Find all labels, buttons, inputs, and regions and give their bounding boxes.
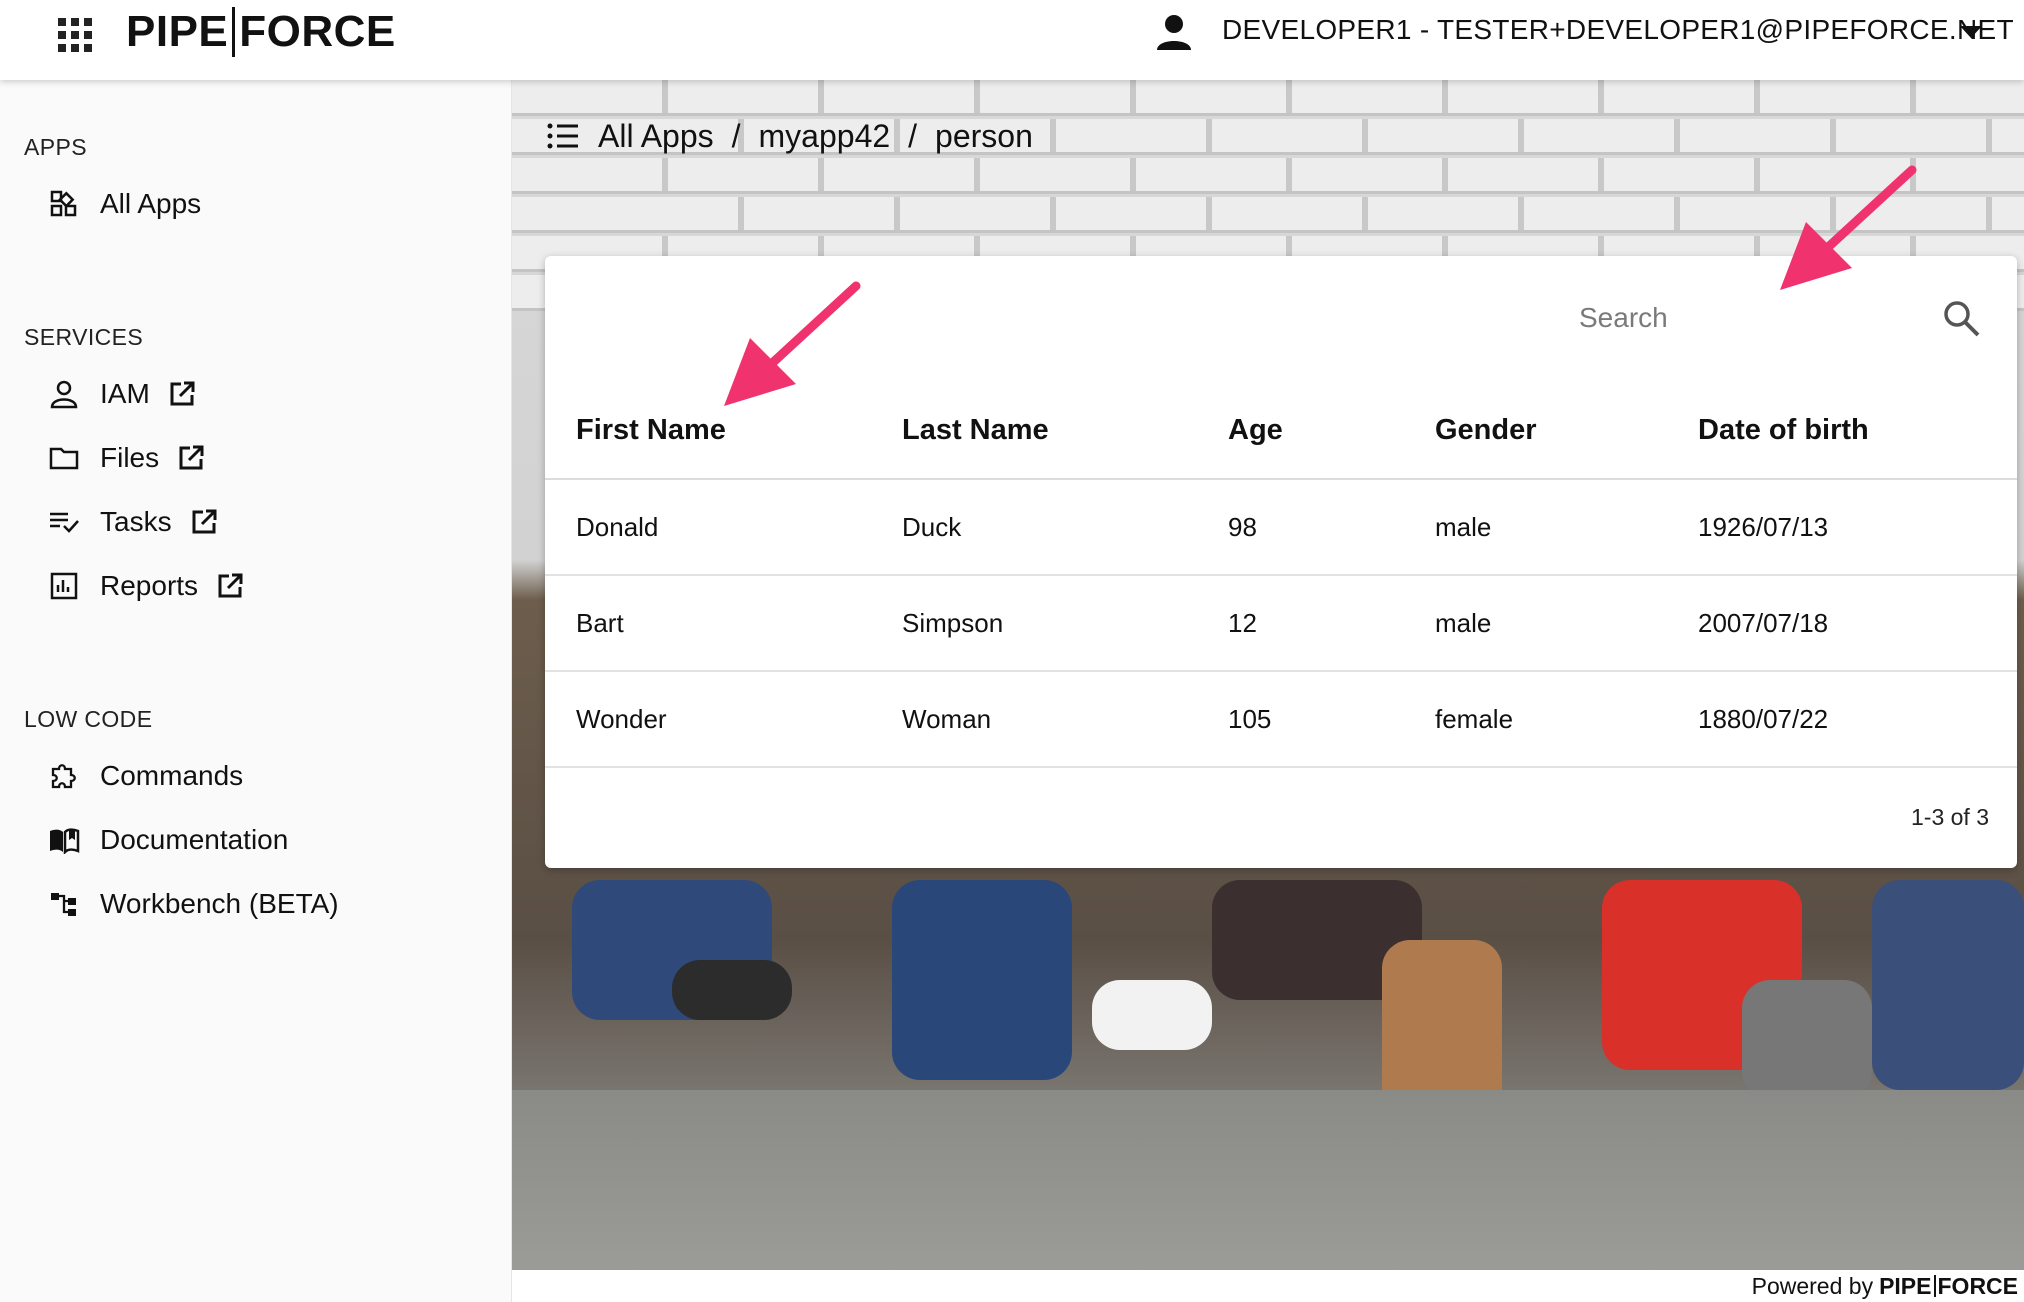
open-external-icon: [179, 445, 204, 470]
list-icon[interactable]: [546, 119, 580, 153]
sidebar-item-reports[interactable]: Reports: [46, 562, 244, 610]
apps-grid-icon[interactable]: [54, 14, 92, 52]
cell-last-name: Duck: [902, 512, 962, 542]
sidebar-item-label: Tasks: [100, 506, 172, 537]
cell-date-of-birth: 2007/07/18: [1698, 608, 1829, 638]
footer: Powered by PIPE FORCE: [512, 1270, 2024, 1302]
cell-age: 12: [1228, 608, 1257, 638]
open-external-icon: [192, 509, 217, 534]
breadcrumb-separator: /: [908, 117, 918, 154]
caret-down-icon[interactable]: [1958, 20, 1984, 42]
sidebar-item-iam[interactable]: IAM: [46, 370, 196, 418]
cell-age: 98: [1228, 512, 1257, 542]
footer-logo[interactable]: PIPE FORCE: [1879, 1273, 2018, 1300]
dashboard-icon: [46, 186, 82, 222]
sidebar-section-apps: APPS: [24, 134, 87, 160]
cell-gender: female: [1435, 704, 1514, 734]
sidebar-item-label: Commands: [100, 760, 244, 791]
pipeforce-logo[interactable]: PIPE FORCE: [126, 4, 396, 60]
puzzle-icon: [46, 758, 82, 794]
column-header-gender[interactable]: Gender: [1435, 414, 1537, 447]
breadcrumb-current: person: [935, 117, 1033, 154]
folder-icon: [46, 440, 82, 476]
table-row[interactable]: Wonder Woman 105 female 1880/07/22: [545, 672, 2017, 768]
breadcrumb-all-apps[interactable]: All Apps: [598, 118, 714, 155]
open-external-icon: [218, 573, 243, 598]
cell-date-of-birth: 1926/07/13: [1698, 512, 1829, 542]
cell-gender: male: [1435, 512, 1492, 542]
cell-age: 105: [1228, 704, 1272, 734]
search-icon[interactable]: [1941, 298, 1981, 338]
cell-last-name: Woman: [902, 704, 992, 734]
sidebar-item-tasks[interactable]: Tasks: [46, 498, 218, 546]
powered-by-label: Powered by: [1751, 1272, 1874, 1299]
cell-date-of-birth: 1880/07/22: [1698, 704, 1829, 734]
sidebar-section-low-code: LOW CODE: [24, 706, 153, 732]
data-table-card: Search First Name Last Name Age Gender D…: [545, 256, 2017, 868]
sidebar-item-label: Reports: [100, 570, 199, 601]
sidebar-item-workbench[interactable]: Workbench (BETA): [46, 880, 339, 928]
search-input[interactable]: [1575, 296, 1905, 344]
table-row[interactable]: Donald Duck 98 male 1926/07/13: [545, 480, 2017, 576]
tree-icon: [46, 886, 82, 922]
cell-first-name: Bart: [576, 608, 624, 638]
open-external-icon: [170, 381, 195, 406]
top-bar: PIPE FORCE DEVELOPER1 - TESTER+DEVELOPER1…: [0, 0, 2024, 80]
sidebar-item-label: Workbench (BETA): [100, 888, 339, 919]
column-header-date-of-birth[interactable]: Date of birth: [1698, 414, 1869, 447]
sidebar-section-services: SERVICES: [24, 324, 144, 350]
breadcrumb: All Apps / myapp42 / person: [546, 112, 1033, 160]
cell-first-name: Wonder: [576, 704, 667, 734]
cell-gender: male: [1435, 608, 1492, 638]
playlist-check-icon: [46, 504, 82, 540]
sidebar-item-label: Files: [100, 442, 160, 473]
sidebar-item-commands[interactable]: Commands: [46, 752, 243, 800]
column-header-age[interactable]: Age: [1228, 414, 1283, 447]
cell-last-name: Simpson: [902, 608, 1004, 638]
sidebar-item-label: IAM: [100, 378, 150, 409]
sidebar-item-all-apps[interactable]: All Apps: [46, 180, 201, 228]
column-header-last-name[interactable]: Last Name: [902, 414, 1049, 447]
user-account-label[interactable]: DEVELOPER1 - TESTER+DEVELOPER1@PIPEFORCE…: [1222, 12, 2014, 48]
account-icon[interactable]: [1156, 12, 1192, 52]
breadcrumb-app[interactable]: myapp42: [759, 118, 891, 155]
sidebar-item-files[interactable]: Files: [46, 434, 205, 482]
breadcrumb-separator: /: [731, 117, 741, 154]
cell-first-name: Donald: [576, 512, 659, 542]
pagination-label: 1-3 of 3: [1911, 804, 1989, 830]
sidebar: APPS All Apps SERVICES IAM Files Tasks R…: [0, 80, 512, 1302]
chart-icon: [46, 568, 82, 604]
person-icon: [46, 376, 82, 412]
column-header-first-name[interactable]: First Name: [576, 414, 726, 447]
sidebar-item-label: Documentation: [100, 824, 289, 855]
sidebar-item-label: All Apps: [100, 188, 202, 219]
book-icon: [46, 822, 82, 858]
sidebar-item-documentation[interactable]: Documentation: [46, 816, 288, 864]
powered-by: Powered by PIPE FORCE: [1752, 1272, 2018, 1300]
table-row[interactable]: Bart Simpson 12 male 2007/07/18: [545, 576, 2017, 672]
